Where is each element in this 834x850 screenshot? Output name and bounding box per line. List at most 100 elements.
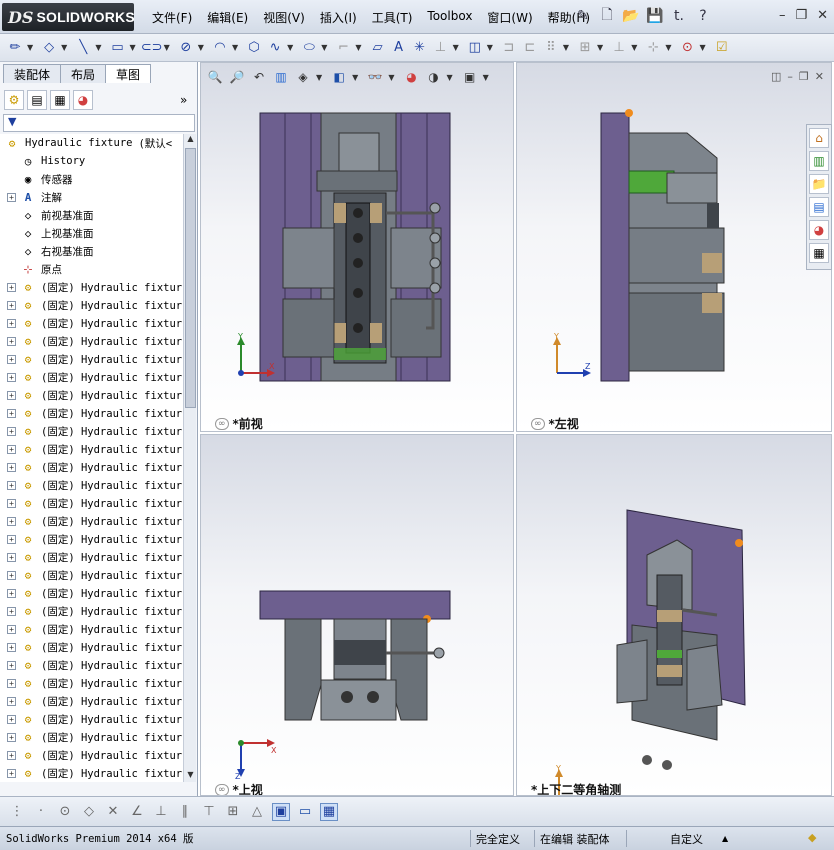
rapid-sketch-icon[interactable]: ☑ bbox=[713, 39, 731, 57]
expand-icon[interactable]: + bbox=[7, 732, 16, 742]
viewport-restore-icon[interactable]: ❐ bbox=[799, 70, 809, 83]
chevron-down-icon[interactable]: ▼ bbox=[316, 73, 322, 82]
expand-icon[interactable]: + bbox=[7, 606, 16, 616]
apply-scene-icon[interactable]: ◑ bbox=[424, 68, 442, 86]
chevron-down-icon[interactable]: ▼ bbox=[453, 43, 459, 52]
arc-icon[interactable]: ◠ bbox=[211, 39, 229, 57]
zoom-to-area-icon[interactable]: 🔎 bbox=[228, 68, 246, 86]
tree-component[interactable]: + ⚙ (固定) Hydraulic fixtur bbox=[0, 440, 183, 458]
ellipse-icon[interactable]: ⬭ bbox=[300, 39, 318, 57]
chevron-down-icon[interactable]: ▼ bbox=[487, 43, 493, 52]
expand-icon[interactable]: + bbox=[7, 462, 16, 472]
tree-component[interactable]: + ⚙ (固定) Hydraulic fixtur bbox=[0, 638, 183, 656]
display-style-icon[interactable]: ◧ bbox=[330, 68, 348, 86]
save-icon[interactable]: 💾 bbox=[645, 6, 665, 26]
point-icon[interactable]: ✳ bbox=[411, 39, 429, 57]
tree-component[interactable]: + ⚙ (固定) Hydraulic fixtur bbox=[0, 386, 183, 404]
tree-component[interactable]: + ⚙ (固定) Hydraulic fixtur bbox=[0, 656, 183, 674]
perpendicular-snap-icon[interactable]: ⊥ bbox=[152, 803, 170, 821]
scroll-thumb[interactable] bbox=[185, 148, 196, 408]
configuration-manager-icon[interactable]: ▦ bbox=[50, 90, 70, 110]
quick-snaps-icon[interactable]: ⊙ bbox=[679, 39, 697, 57]
tree-component[interactable]: + ⚙ (固定) Hydraulic fixtur bbox=[0, 566, 183, 584]
trim-icon[interactable]: ⊥ bbox=[432, 39, 450, 57]
custom-properties-icon[interactable]: ▦ bbox=[809, 243, 829, 263]
sketch-plane-icon[interactable]: ▭ bbox=[296, 803, 314, 821]
chevron-down-icon[interactable]: ▼ bbox=[700, 43, 706, 52]
zoom-to-fit-icon[interactable]: 🔍 bbox=[206, 68, 224, 86]
chevron-down-icon[interactable]: ▼ bbox=[27, 43, 33, 52]
sketch-icon[interactable]: ✏ bbox=[6, 39, 24, 57]
edit-appearance-icon[interactable]: ◕ bbox=[402, 68, 420, 86]
tree-root[interactable]: ⚙ Hydraulic fixture (默认< bbox=[0, 134, 183, 152]
chevron-down-icon[interactable]: ▼ bbox=[164, 43, 170, 52]
rectangle-icon[interactable]: ▭ bbox=[108, 39, 126, 57]
tree-component[interactable]: + ⚙ (固定) Hydraulic fixtur bbox=[0, 728, 183, 746]
circle-icon[interactable]: ⊘ bbox=[177, 39, 195, 57]
menu-tools[interactable]: 工具(T) bbox=[372, 9, 420, 26]
viewport-minimize-icon[interactable]: – bbox=[787, 70, 793, 83]
view-orientation-icon[interactable]: ◈ bbox=[294, 68, 312, 86]
tree-component[interactable]: + ⚙ (固定) Hydraulic fixtur bbox=[0, 332, 183, 350]
tree-component[interactable]: + ⚙ (固定) Hydraulic fixtur bbox=[0, 296, 183, 314]
chevron-down-icon[interactable]: ▼ bbox=[483, 73, 489, 82]
chevron-down-icon[interactable]: ▼ bbox=[665, 43, 671, 52]
point-snap-icon[interactable]: · bbox=[32, 803, 50, 821]
units-arrow-icon[interactable]: ▲ bbox=[722, 834, 728, 843]
graphics-area[interactable]: Y X ∞ *前视 Y Z ∞ *左视 X Z ∞ *上视 Y *上下二等角轴测 bbox=[198, 62, 834, 796]
chevron-down-icon[interactable]: ▼ bbox=[597, 43, 603, 52]
chevron-down-icon[interactable]: ▼ bbox=[563, 43, 569, 52]
slot-icon[interactable]: ⊂⊃ bbox=[141, 39, 163, 57]
file-explorer-icon[interactable]: 📁 bbox=[809, 174, 829, 194]
tree-component[interactable]: + ⚙ (固定) Hydraulic fixtur bbox=[0, 494, 183, 512]
text-icon[interactable]: A bbox=[390, 39, 408, 57]
move-entities-icon[interactable]: ⊞ bbox=[576, 39, 594, 57]
viewport-top[interactable]: X Z ∞ *上视 bbox=[200, 434, 514, 796]
tree-item[interactable]: + A 注解 bbox=[0, 188, 183, 206]
viewport-iso[interactable]: Y X *上下二等角轴测 bbox=[516, 434, 832, 796]
angle-snap-icon[interactable]: △ bbox=[248, 803, 266, 821]
menu-view[interactable]: 视图(V) bbox=[263, 9, 312, 26]
viewport-label-front[interactable]: ∞ *前视 bbox=[215, 415, 263, 431]
chevron-down-icon[interactable]: ▼ bbox=[388, 73, 394, 82]
viewport-label-top[interactable]: ∞ *上视 bbox=[215, 781, 263, 795]
status-units[interactable]: 自定义 bbox=[670, 831, 703, 847]
expand-icon[interactable]: + bbox=[7, 534, 16, 544]
filter-icon[interactable]: ▼ bbox=[8, 115, 16, 128]
plane-icon[interactable]: ▱ bbox=[369, 39, 387, 57]
minimize-button[interactable]: – bbox=[779, 8, 786, 23]
chevron-down-icon[interactable]: ▼ bbox=[352, 73, 358, 82]
help-icon[interactable]: ? bbox=[693, 6, 713, 26]
feature-manager-icon[interactable]: ⚙ bbox=[4, 90, 24, 110]
menu-insert[interactable]: 插入(I) bbox=[320, 9, 364, 26]
close-button[interactable]: ✕ bbox=[817, 8, 828, 23]
tree-component[interactable]: + ⚙ (固定) Hydraulic fixtur bbox=[0, 692, 183, 710]
open-icon[interactable]: 📂 bbox=[621, 6, 641, 26]
tree-component[interactable]: + ⚙ (固定) Hydraulic fixtur bbox=[0, 368, 183, 386]
tree-component[interactable]: + ⚙ (固定) Hydraulic fixtur bbox=[0, 278, 183, 296]
print-icon[interactable]: t. bbox=[669, 6, 689, 26]
tree-component[interactable]: + ⚙ (固定) Hydraulic fixtur bbox=[0, 602, 183, 620]
tree-item[interactable]: ◇ 上视基准面 bbox=[0, 224, 183, 242]
chevron-down-icon[interactable]: ▼ bbox=[198, 43, 204, 52]
spline-icon[interactable]: ∿ bbox=[266, 39, 284, 57]
intersection-snap-icon[interactable]: ✕ bbox=[104, 803, 122, 821]
previous-view-icon[interactable]: ↶ bbox=[250, 68, 268, 86]
rebuild-icon[interactable]: ◆ bbox=[808, 831, 816, 844]
tree-component[interactable]: + ⚙ (固定) Hydraulic fixtur bbox=[0, 422, 183, 440]
tree-component[interactable]: + ⚙ (固定) Hydraulic fixtur bbox=[0, 458, 183, 476]
expand-icon[interactable]: + bbox=[7, 408, 16, 418]
tree-component[interactable]: + ⚙ (固定) Hydraulic fixtur bbox=[0, 548, 183, 566]
convert-entities-icon[interactable]: ◫ bbox=[466, 39, 484, 57]
property-manager-icon[interactable]: ▤ bbox=[27, 90, 47, 110]
scroll-up-icon[interactable]: ▲ bbox=[185, 134, 196, 146]
tree-component[interactable]: + ⚙ (固定) Hydraulic fixtur bbox=[0, 476, 183, 494]
menu-edit[interactable]: 编辑(E) bbox=[207, 9, 255, 26]
menu-toolbox[interactable]: Toolbox bbox=[427, 9, 479, 26]
viewport-close-icon[interactable]: ✕ bbox=[815, 70, 824, 83]
expand-icon[interactable]: + bbox=[7, 480, 16, 490]
mirror-icon[interactable]: ⊏ bbox=[521, 39, 539, 57]
expand-icon[interactable]: + bbox=[7, 570, 16, 580]
chevron-down-icon[interactable]: ▼ bbox=[95, 43, 101, 52]
tree-component[interactable]: + ⚙ (固定) Hydraulic fixtur bbox=[0, 620, 183, 638]
